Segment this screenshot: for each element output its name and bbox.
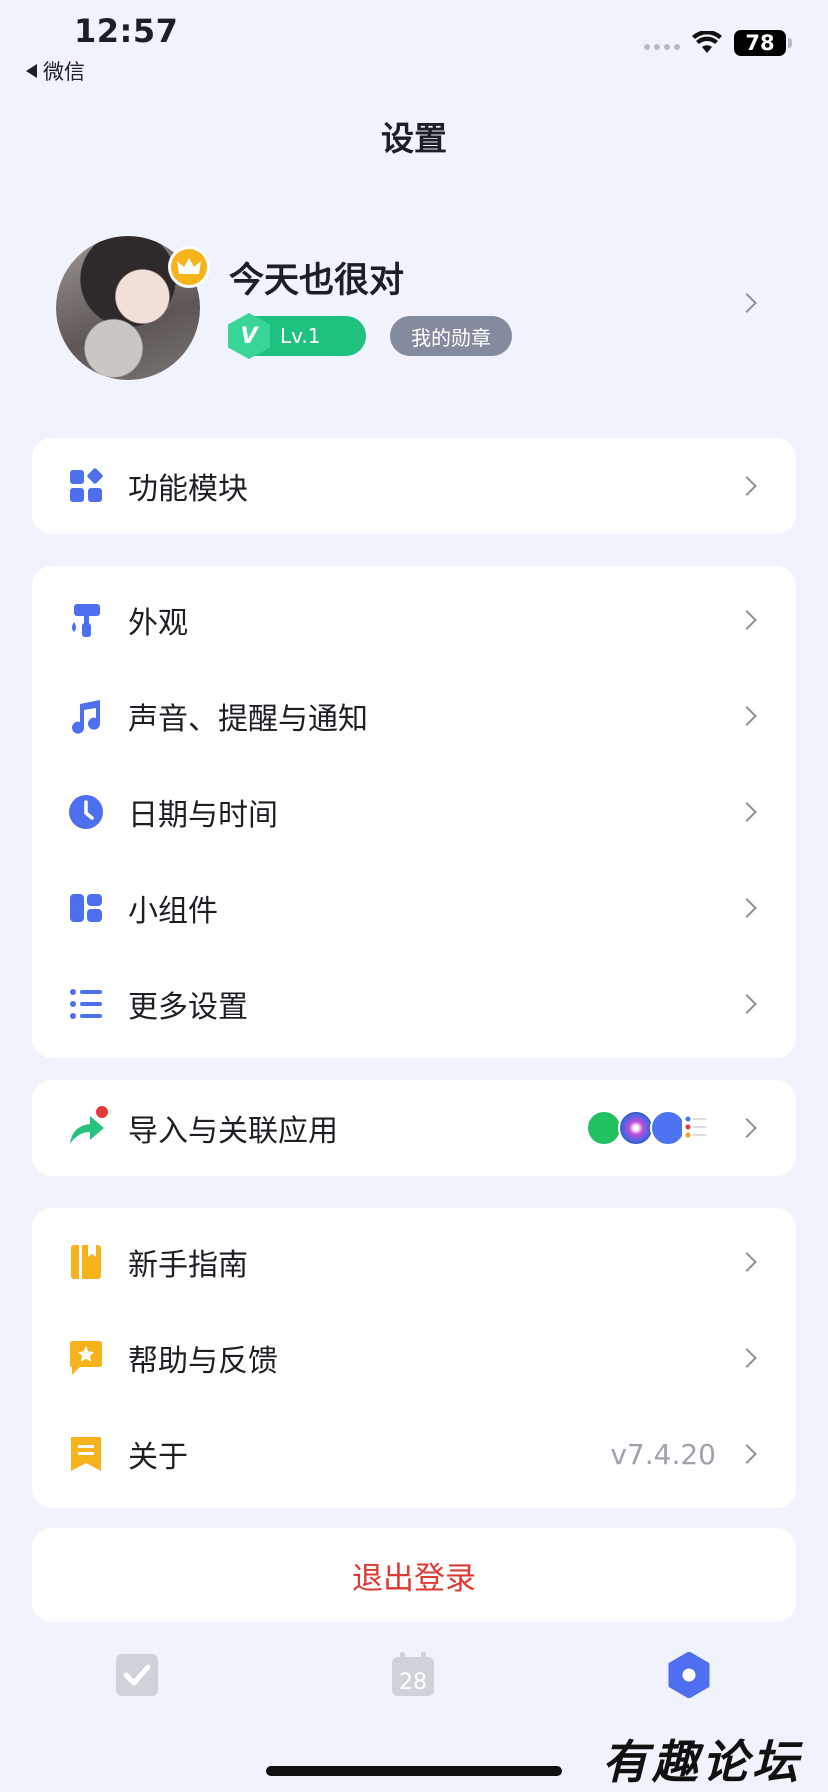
row-label: 导入与关联应用 (128, 1114, 338, 1149)
vip-hex-icon: V (228, 313, 270, 359)
level-label: Lv.1 (280, 324, 321, 348)
row-label: 功能模块 (128, 472, 248, 507)
guide-book-icon (71, 1245, 101, 1279)
row-label: 更多设置 (128, 990, 248, 1025)
logout-button[interactable]: 退出登录 (32, 1528, 796, 1622)
import-card: 导入与关联应用 (32, 1080, 796, 1176)
status-time: 12:57 (74, 12, 179, 50)
general-card: 外观 声音、提醒与通知 日期与时间 小组件 更多设置 (32, 566, 796, 1058)
row-beginner-guide[interactable]: 新手指南 (32, 1214, 796, 1310)
linked-apps-icons (586, 1110, 710, 1146)
cellular-signal-icon (644, 44, 680, 50)
app-version: v7.4.20 (610, 1437, 716, 1471)
tab-tasks-checkbox-icon[interactable] (114, 1652, 160, 1698)
chevron-right-icon (737, 610, 757, 630)
row-label: 帮助与反馈 (128, 1344, 278, 1379)
row-feature-modules[interactable]: 功能模块 (32, 438, 796, 534)
chevron-right-icon (737, 994, 757, 1014)
back-arrow-icon (26, 64, 37, 78)
calendar-day-number: 28 (399, 1670, 427, 1695)
reminders-app-icon (682, 1110, 710, 1146)
row-label: 新手指南 (128, 1248, 248, 1283)
row-date-time[interactable]: 日期与时间 (32, 764, 796, 860)
row-label: 小组件 (128, 894, 218, 929)
battery-icon: 78 (734, 30, 792, 56)
chevron-right-icon (737, 293, 757, 313)
grid-modules-icon (70, 468, 103, 502)
calendar-app-icon (650, 1110, 686, 1146)
feedback-star-icon (70, 1341, 102, 1375)
row-label: 外观 (128, 606, 188, 641)
page-title: 设置 (381, 119, 447, 158)
user-name: 今天也很对 (229, 261, 405, 301)
help-card: 新手指南 帮助与反馈 关于 v7.4.20 (32, 1208, 796, 1508)
chevron-right-icon (737, 1118, 757, 1138)
wechat-icon (586, 1110, 622, 1146)
row-import-linked-apps[interactable]: 导入与关联应用 (32, 1080, 796, 1176)
tab-settings-icon[interactable] (666, 1652, 712, 1698)
wifi-icon (692, 31, 722, 53)
chevron-right-icon (737, 1348, 757, 1368)
row-label: 声音、提醒与通知 (128, 702, 368, 737)
row-about[interactable]: 关于 v7.4.20 (32, 1406, 796, 1502)
row-label: 关于 (128, 1440, 188, 1475)
row-help-feedback[interactable]: 帮助与反馈 (32, 1310, 796, 1406)
row-widgets[interactable]: 小组件 (32, 860, 796, 956)
siri-icon (618, 1110, 654, 1146)
chevron-right-icon (737, 802, 757, 822)
row-more-settings[interactable]: 更多设置 (32, 956, 796, 1052)
widgets-icon (70, 894, 102, 922)
settings-screen: 12:57 微信 78 设置 今天也很对 V Lv.1 我的勋章 功能模块 外观… (0, 0, 828, 1792)
row-sound-notifications[interactable]: 声音、提醒与通知 (32, 668, 796, 764)
chevron-right-icon (737, 1252, 757, 1272)
home-indicator (266, 1766, 562, 1776)
level-badge[interactable]: V Lv.1 (228, 313, 366, 359)
back-app-label: 微信 (43, 60, 85, 84)
forum-watermark: 有趣论坛 (602, 1735, 802, 1789)
row-label: 日期与时间 (128, 798, 278, 833)
chevron-right-icon (737, 476, 757, 496)
back-to-app-link[interactable]: 微信 (26, 56, 85, 86)
chevron-right-icon (737, 898, 757, 918)
share-arrow-icon (70, 1104, 110, 1144)
list-settings-icon (70, 989, 102, 1019)
crown-icon (168, 246, 210, 288)
modules-card: 功能模块 (32, 438, 796, 534)
clock-icon (69, 795, 103, 829)
profile-row[interactable]: 今天也很对 V Lv.1 我的勋章 (32, 226, 796, 386)
status-indicators: 78 (644, 30, 792, 56)
row-appearance[interactable]: 外观 (32, 572, 796, 668)
bookmark-icon (71, 1437, 101, 1471)
paint-roller-icon (72, 604, 100, 637)
chevron-right-icon (737, 706, 757, 726)
my-medals-button[interactable]: 我的勋章 (390, 316, 512, 356)
music-note-icon (72, 700, 100, 734)
tab-calendar-icon[interactable]: 28 (390, 1652, 436, 1698)
chevron-right-icon (737, 1444, 757, 1464)
